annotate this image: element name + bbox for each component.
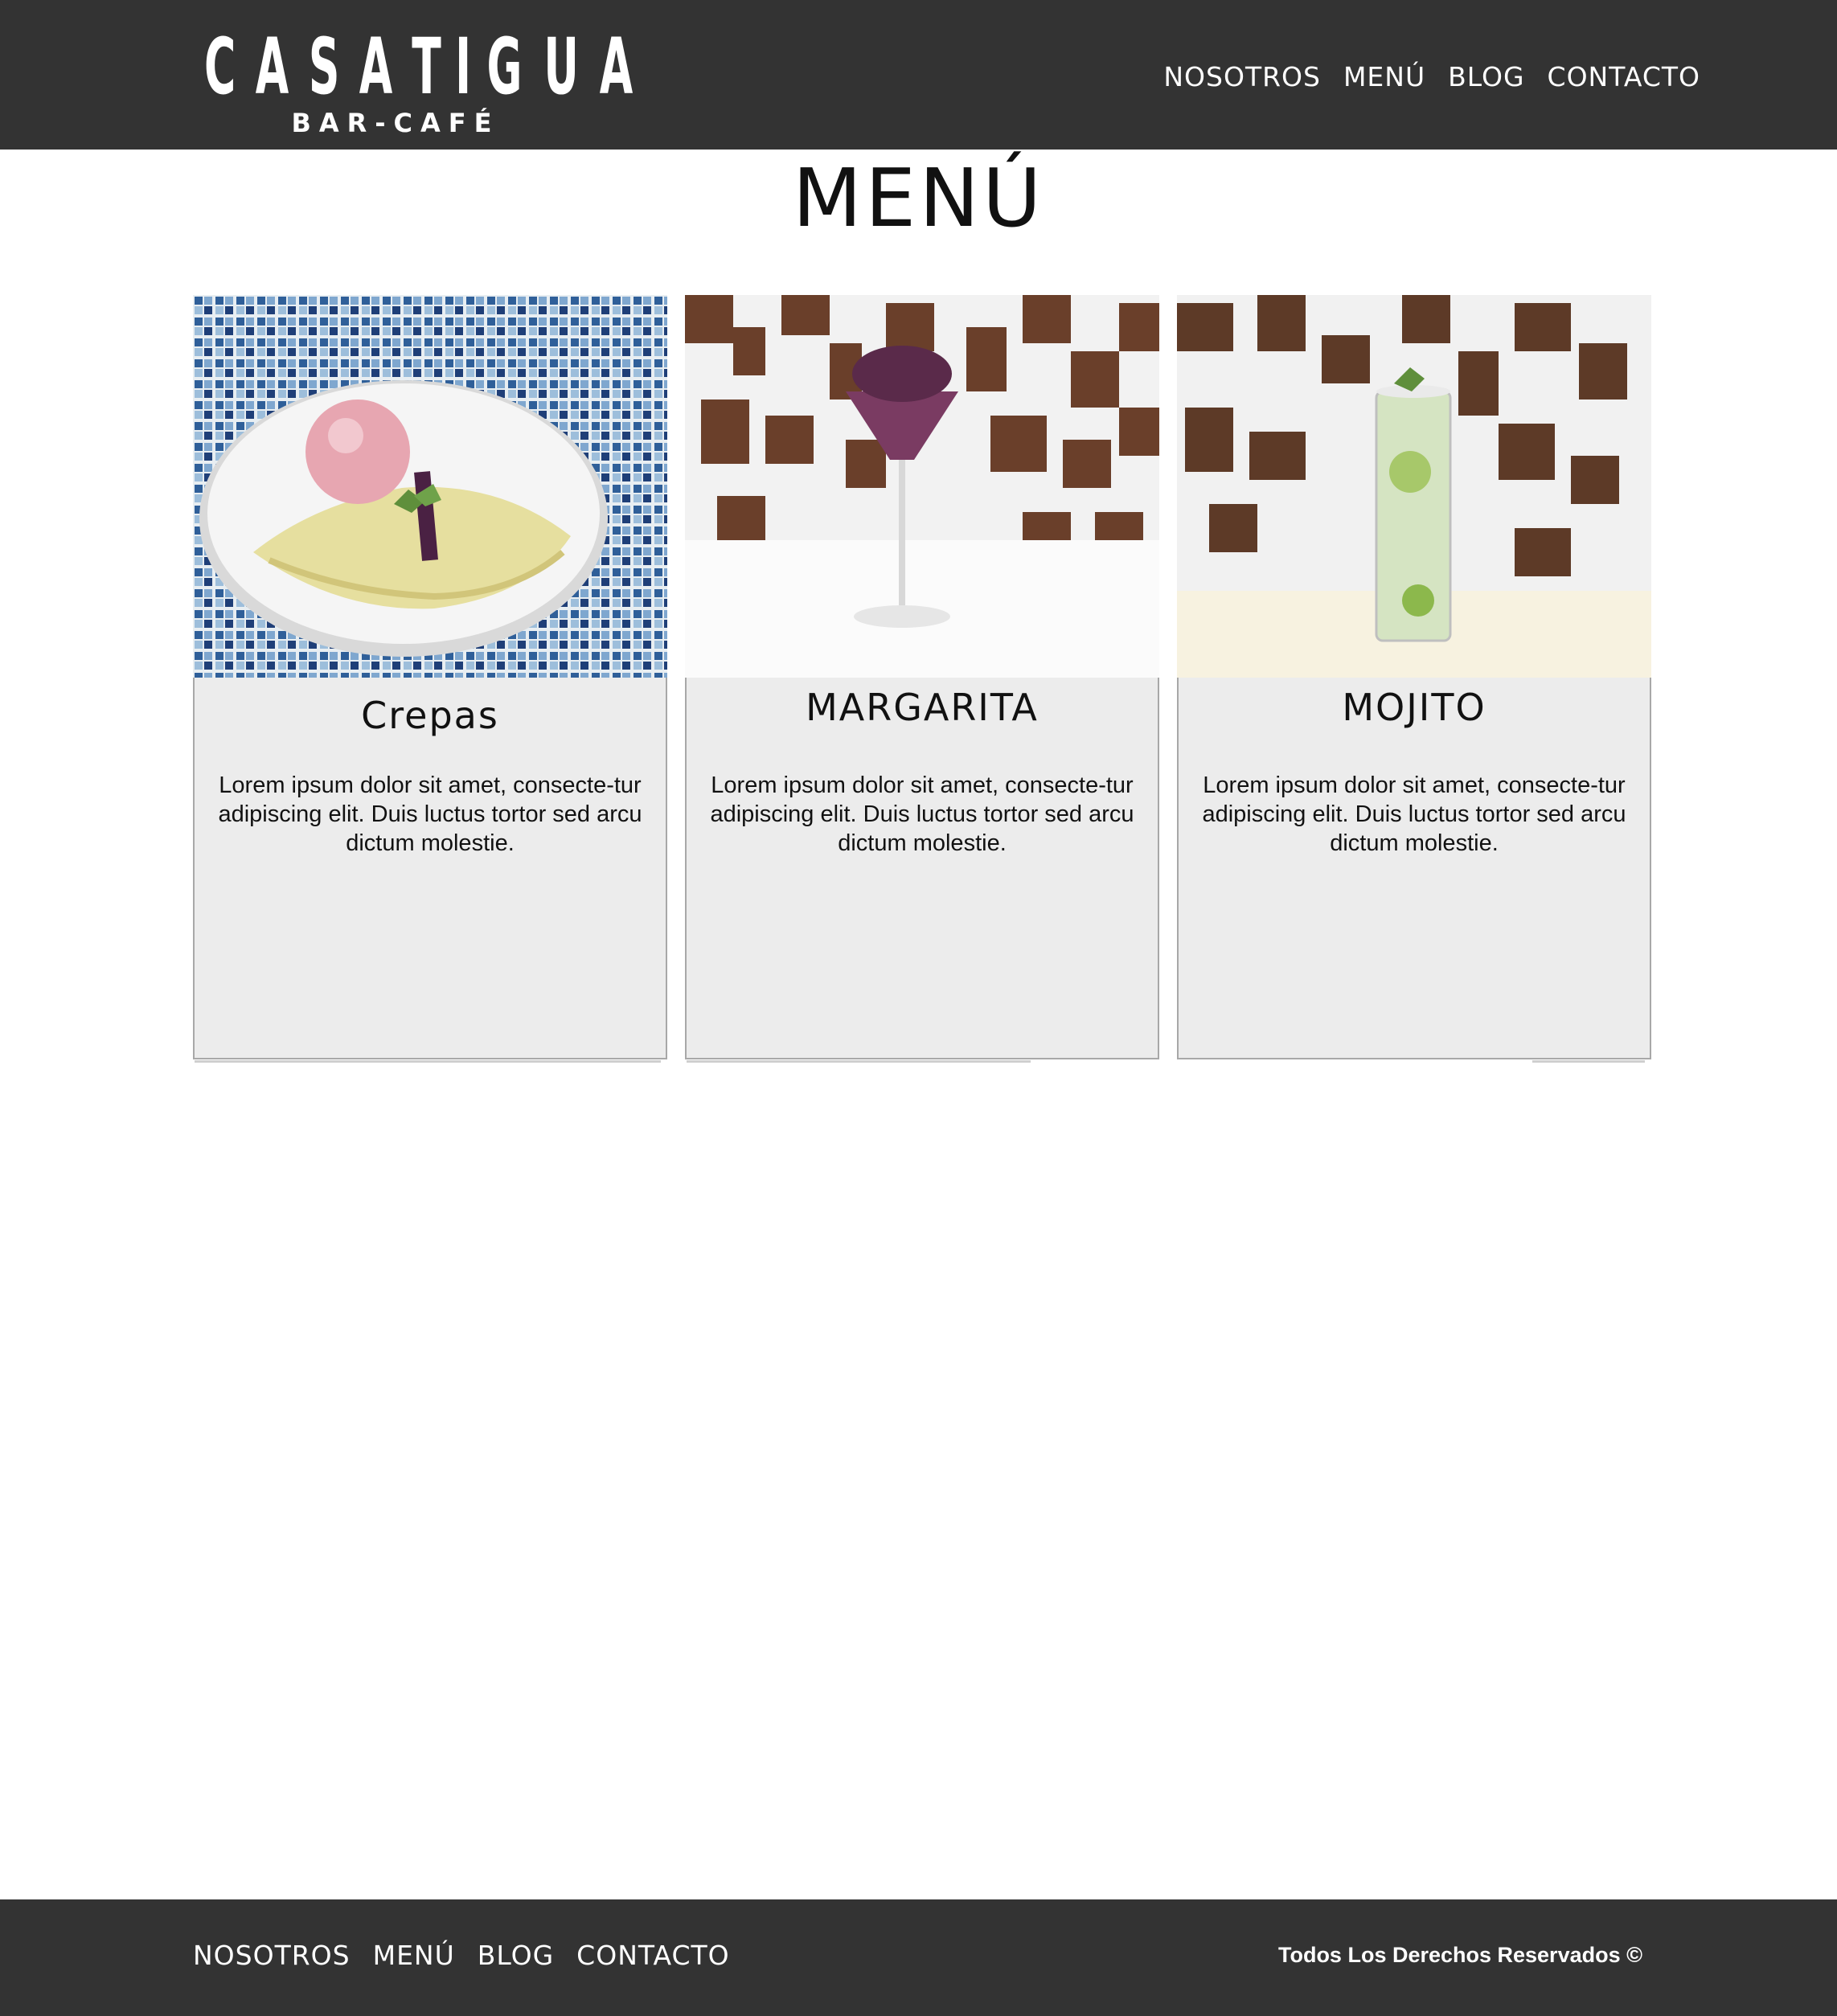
mojito-glass-photo — [1177, 295, 1651, 678]
card-shadow-line — [687, 1060, 1031, 1063]
menu-item-title: MARGARITA — [806, 686, 1039, 729]
logo-wordmark: C A S A T I G U A — [204, 22, 634, 112]
menu-card-body: MARGARITA Lorem ipsum dolor sit amet, co… — [685, 678, 1159, 1063]
nav-link-contacto[interactable]: CONTACTO — [1548, 61, 1700, 92]
menu-card-body: Crepas Lorem ipsum dolor sit amet, conse… — [193, 678, 667, 1063]
copyright-text: Todos Los Derechos Reservados © — [1277, 1943, 1642, 1967]
menu-card-crepas[interactable]: Crepas Lorem ipsum dolor sit amet, conse… — [193, 295, 667, 1063]
nav-link-menu[interactable]: MENÚ — [1343, 61, 1425, 92]
footer-link-nosotros[interactable]: NOSOTROS — [193, 1940, 351, 1971]
menu-item-title: MOJITO — [1342, 686, 1486, 729]
card-shadow-line — [1532, 1060, 1645, 1063]
site-footer: NOSOTROS MENÚ BLOG CONTACTO Todos Los De… — [0, 1899, 1837, 2016]
casantigua-logo[interactable]: C A S A T I G U A BAR-CAFÉ — [195, 22, 634, 143]
site-header: C A S A T I G U A BAR-CAFÉ NOSOTROS MENÚ… — [0, 0, 1837, 150]
menu-item-description: Lorem ipsum dolor sit amet, consecte-tur… — [710, 772, 1134, 856]
logo-subtitle: BAR-CAFÉ — [291, 108, 500, 138]
menu-item-title: Crepas — [361, 694, 499, 737]
nav-link-nosotros[interactable]: NOSOTROS — [1163, 61, 1321, 92]
menu-item-description: Lorem ipsum dolor sit amet, consecte-tur… — [218, 772, 642, 856]
footer-link-contacto[interactable]: CONTACTO — [576, 1940, 729, 1971]
footer-link-menu[interactable]: MENÚ — [373, 1940, 455, 1971]
menu-card-mojito[interactable]: MOJITO Lorem ipsum dolor sit amet, conse… — [1177, 295, 1651, 1063]
card-shadow-line — [195, 1060, 661, 1063]
menu-card-margarita[interactable]: MARGARITA Lorem ipsum dolor sit amet, co… — [685, 295, 1159, 1063]
crepe-with-ice-cream-photo — [193, 295, 667, 678]
menu-item-description: Lorem ipsum dolor sit amet, consecte-tur… — [1202, 772, 1626, 856]
menu-card-body: MOJITO Lorem ipsum dolor sit amet, conse… — [1177, 678, 1651, 1063]
footer-nav: NOSOTROS MENÚ BLOG CONTACTO — [193, 1940, 730, 1971]
nav-link-blog[interactable]: BLOG — [1448, 61, 1524, 92]
main-nav: NOSOTROS MENÚ BLOG CONTACTO — [1163, 61, 1700, 92]
footer-link-blog[interactable]: BLOG — [478, 1940, 554, 1971]
page-title: MENÚ — [792, 151, 1045, 245]
margarita-glass-photo — [685, 295, 1159, 678]
